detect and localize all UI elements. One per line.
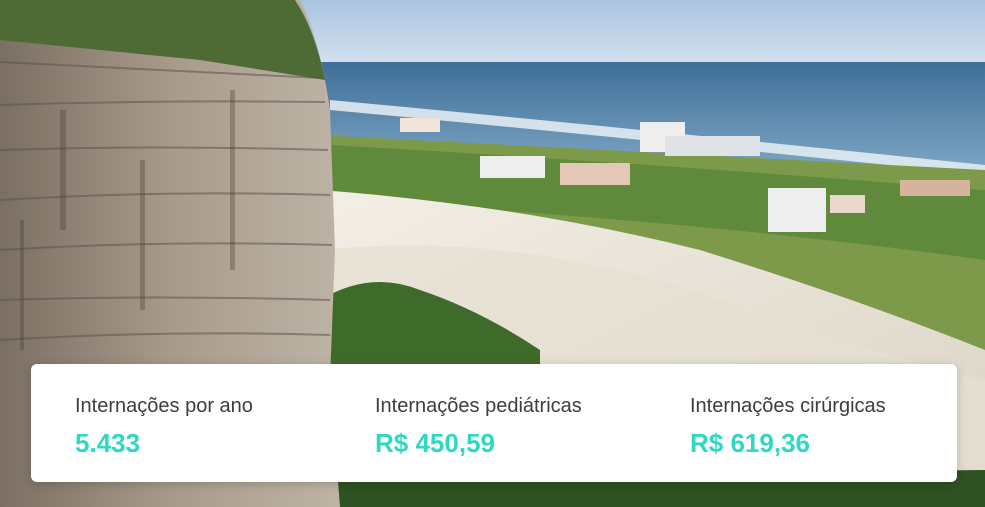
stat-hospitalizations-per-year: Internações por ano 5.433	[75, 394, 253, 458]
stat-value: R$ 450,59	[375, 428, 495, 458]
stat-value: R$ 619,36	[690, 428, 810, 458]
stat-pediatric-hospitalizations: Internações pediátricas R$ 450,59	[375, 394, 582, 458]
stat-label: Internações cirúrgicas	[690, 395, 886, 417]
stats-card: Internações por ano 5.433 Internações pe…	[31, 364, 957, 482]
stat-label: Internações pediátricas	[375, 395, 582, 417]
stat-label: Internações por ano	[75, 395, 253, 417]
stat-value: 5.433	[75, 428, 141, 458]
stat-surgical-hospitalizations: Internações cirúrgicas R$ 619,36	[690, 394, 886, 458]
